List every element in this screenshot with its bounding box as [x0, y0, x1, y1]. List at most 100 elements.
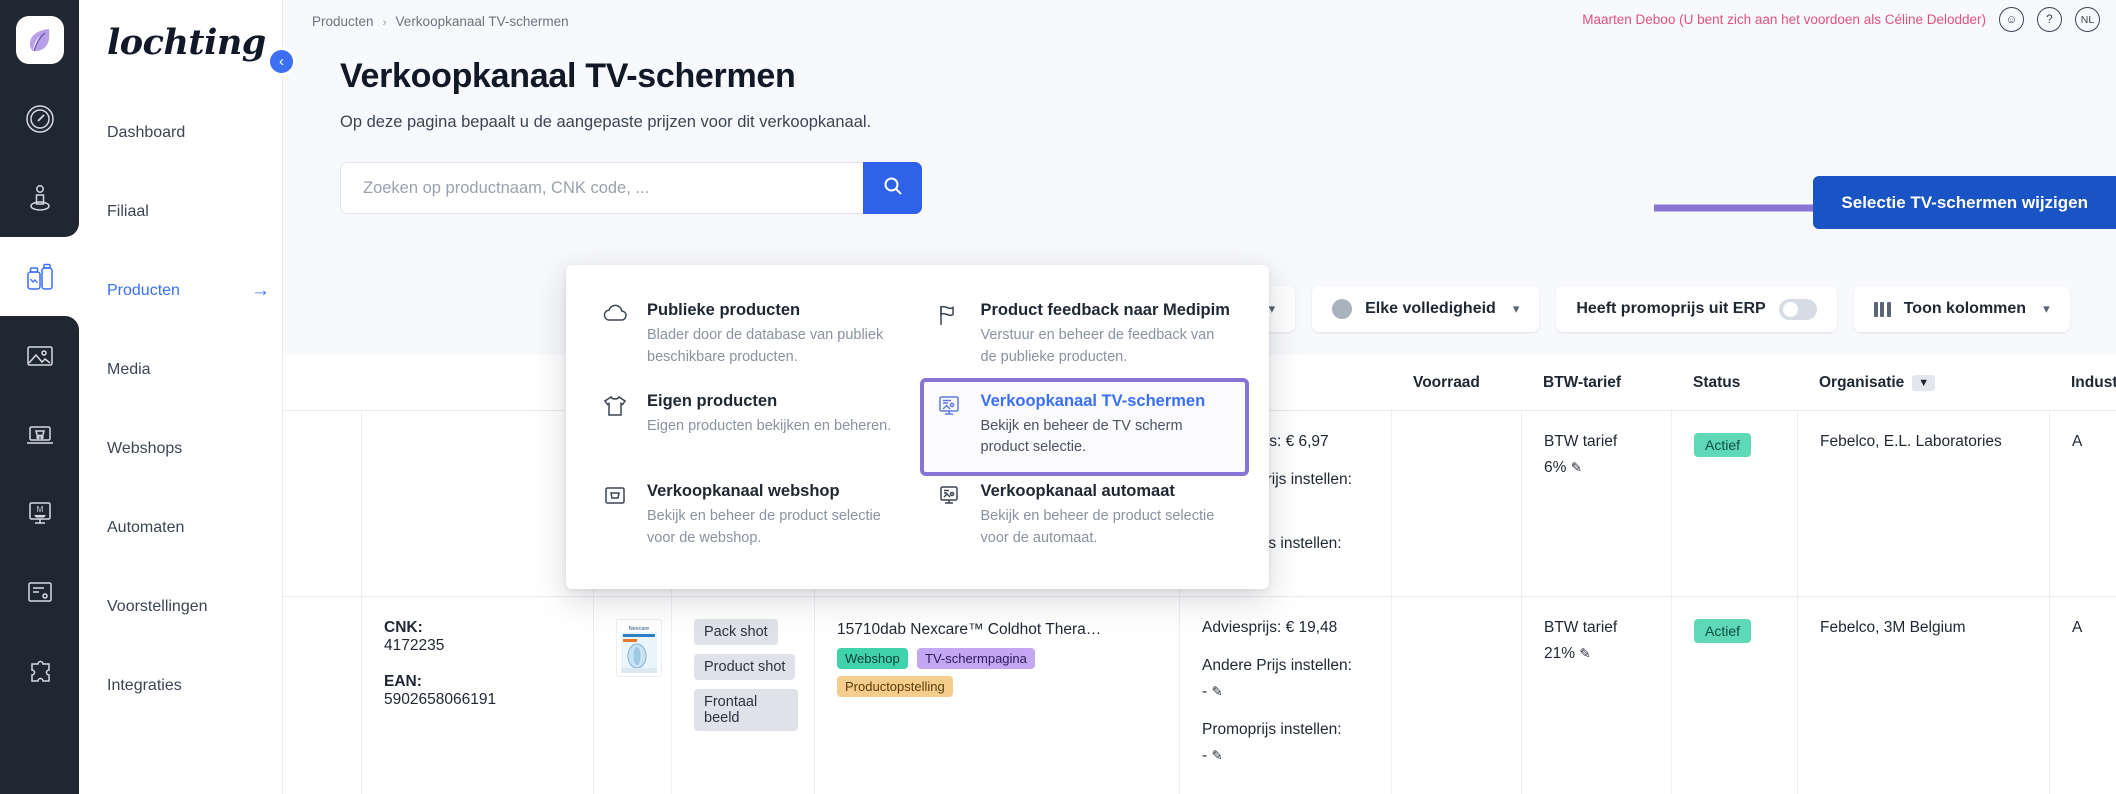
- search-button[interactable]: [863, 162, 922, 214]
- btw-label: BTW tarief: [1544, 619, 1618, 636]
- th-btw-tarief: BTW-tarief: [1543, 373, 1622, 391]
- automaat-icon: [936, 482, 966, 553]
- row-organisatie: Febelco, 3M Belgium: [1797, 597, 2049, 794]
- promoprijs-block: Promoprijs instellen: - ✎: [1202, 721, 1375, 765]
- adviesprijs-label: Adviesprijs:: [1202, 619, 1282, 636]
- sidebar-item-automaten[interactable]: Automaten: [79, 488, 282, 567]
- th-status: Status: [1693, 373, 1741, 391]
- menu-item-text: Publieke producten Blader door de databa…: [647, 301, 900, 372]
- bottles-icon: [22, 259, 58, 295]
- menu-item-title: Verkoopkanaal webshop: [647, 482, 840, 501]
- help-icon[interactable]: ?: [2037, 7, 2062, 32]
- tv-screen-icon: [936, 392, 966, 463]
- andere-prijs-block: Andere Prijs instellen: - ✎: [1202, 657, 1375, 701]
- edit-pencil-icon[interactable]: ✎: [1571, 460, 1582, 475]
- menu-item-text: Eigen producten Eigen producten bekijken…: [647, 392, 891, 463]
- table-row[interactable]: CNK: 4172235 EAN: 5902658066191 Nexcare: [283, 597, 2116, 794]
- person-pin-icon: [23, 181, 57, 215]
- rail-item-producten[interactable]: [0, 223, 79, 330]
- status-badge: Actief: [1694, 433, 1752, 457]
- th-organisatie: Organisatie ▼: [1797, 374, 2049, 392]
- breadcrumb: Producten › Verkoopkanaal TV-schermen: [312, 14, 569, 29]
- selectie-tv-schermen-wijzigen-button[interactable]: Selectie TV-schermen wijzigen: [1813, 176, 2116, 229]
- row-voorraad: [1391, 411, 1521, 596]
- sidebar-item-producten[interactable]: Producten →: [79, 251, 282, 330]
- sidebar-item-label: Voorstellingen: [107, 597, 208, 615]
- cnk-label: CNK:: [384, 619, 423, 636]
- edit-pencil-icon[interactable]: ✎: [1211, 748, 1222, 763]
- sidebar-item-integraties[interactable]: Integraties: [79, 646, 282, 725]
- tag-pack-shot: Pack shot: [694, 619, 778, 645]
- language-switcher[interactable]: NL: [2075, 7, 2100, 32]
- rail-item-dashboard[interactable]: [0, 79, 79, 158]
- menu-item-eigen-producten[interactable]: Eigen producten Eigen producten bekijken…: [590, 382, 912, 473]
- menu-item-desc: Eigen producten bekijken en beheren.: [647, 417, 892, 434]
- rail-item-webshops[interactable]: [0, 395, 79, 474]
- rail-item-voorstellingen[interactable]: [0, 553, 79, 632]
- user-circle-icon[interactable]: ☺: [1999, 7, 2024, 32]
- row-tags: Pack shot Product shot Frontaal beeld: [671, 597, 814, 794]
- andere-prijs-value: -: [1202, 683, 1208, 700]
- badge-tv-schermpagina: TV-schermpagina: [917, 648, 1035, 670]
- menu-item-text: Verkoopkanaal TV-schermen Bekijk en behe…: [981, 392, 1234, 463]
- puzzle-icon: [23, 655, 57, 689]
- menu-item-verkoopkanaal-tv-schermen[interactable]: Verkoopkanaal TV-schermen Bekijk en behe…: [919, 377, 1249, 477]
- row-btw: BTW tarief 6% ✎: [1521, 411, 1671, 596]
- row-name-cell: 15710dab Nexcare™ Coldhot Thera… Webshop…: [814, 597, 1179, 794]
- sidebar-item-dashboard[interactable]: Dashboard: [79, 93, 282, 172]
- rail-item-integraties[interactable]: [0, 632, 79, 711]
- edit-pencil-icon[interactable]: ✎: [1579, 646, 1590, 661]
- sidebar-item-media[interactable]: Media: [79, 330, 282, 409]
- sidebar-collapse-button[interactable]: ‹: [267, 47, 296, 76]
- sidebar-item-filiaal[interactable]: Filiaal: [79, 172, 282, 251]
- filter-volledigheid[interactable]: Elke volledigheid ▾: [1312, 286, 1540, 332]
- filter-promoprijs-erp[interactable]: Heeft promoprijs uit ERP: [1556, 286, 1837, 332]
- flag-icon: [936, 301, 966, 372]
- svg-text:M: M: [36, 505, 43, 514]
- toon-kolommen-button[interactable]: Toon kolommen ▾: [1853, 286, 2070, 332]
- sidebar-item-webshops[interactable]: Webshops: [79, 409, 282, 488]
- rail-item-automaten[interactable]: M: [0, 474, 79, 553]
- promoprijs-toggle[interactable]: [1778, 298, 1817, 320]
- menu-item-text: Product feedback naar Medipim Verstuur e…: [981, 301, 1234, 372]
- row-select[interactable]: [283, 597, 361, 794]
- breadcrumb-root[interactable]: Producten: [312, 14, 374, 29]
- menu-item-publieke-producten[interactable]: Publieke producten Blader door de databa…: [590, 291, 912, 382]
- menu-item-product-feedback-medipim[interactable]: Product feedback naar Medipim Verstuur e…: [924, 291, 1246, 382]
- sidebar-item-label: Media: [107, 360, 151, 378]
- product-name: 15710dab Nexcare™ Coldhot Thera…: [837, 621, 1102, 638]
- status-badge: Actief: [1694, 619, 1752, 643]
- filter-icon[interactable]: ▼: [1912, 374, 1936, 391]
- menu-item-verkoopkanaal-automaat[interactable]: Verkoopkanaal automaat Bekijk en beheer …: [924, 472, 1246, 563]
- svg-text:Nexcare: Nexcare: [629, 626, 649, 632]
- menu-item-text: Verkoopkanaal automaat Bekijk en beheer …: [981, 482, 1234, 553]
- sidebar-item-label: Dashboard: [107, 123, 186, 141]
- btw-value: 21%: [1544, 645, 1576, 662]
- andere-prijs-label: Andere Prijs instellen:: [1202, 657, 1352, 674]
- icon-rail: M: [0, 0, 79, 794]
- search-input[interactable]: Zoeken op productnaam, CNK code, ...: [340, 162, 863, 214]
- chevron-down-icon: ▾: [1268, 301, 1276, 316]
- sidebar-item-voorstellingen[interactable]: Voorstellingen: [79, 567, 282, 646]
- page-subtitle: Op deze pagina bepaalt u de aangepaste p…: [340, 113, 872, 131]
- filter-label: Elke volledigheid: [1365, 300, 1496, 317]
- menu-item-desc: Bekijk en beheer de TV scherm product se…: [980, 417, 1183, 456]
- chevron-down-icon: ▾: [1512, 301, 1520, 316]
- page-header: Verkoopkanaal TV-schermen Op deze pagina…: [283, 39, 2116, 132]
- menu-item-verkoopkanaal-webshop[interactable]: Verkoopkanaal webshop Bekijk en beheer d…: [590, 472, 912, 563]
- impersonation-notice: Maarten Deboo (U bent zich aan het voord…: [1582, 12, 1986, 27]
- rail-logo[interactable]: [0, 0, 79, 79]
- producten-mega-menu: Publieke producten Blader door de databa…: [566, 265, 1269, 589]
- menu-item-desc: Bekijk en beheer de product selectie voo…: [980, 508, 1215, 547]
- menu-item-desc: Verstuur en beheer de feedback van de pu…: [980, 327, 1215, 365]
- filter-label: Heeft promoprijs uit ERP: [1576, 300, 1766, 317]
- rail-item-media[interactable]: [0, 316, 79, 395]
- ean-label: EAN:: [384, 673, 422, 690]
- grey-dot-icon: [1332, 299, 1353, 319]
- row-select[interactable]: [283, 411, 361, 596]
- row-industrie: A: [2049, 597, 2116, 794]
- arrow-right-icon: →: [251, 280, 270, 301]
- menu-item-title: Eigen producten: [647, 391, 778, 410]
- edit-pencil-icon[interactable]: ✎: [1211, 684, 1222, 699]
- menu-item-title: Verkoopkanaal automaat: [980, 482, 1175, 501]
